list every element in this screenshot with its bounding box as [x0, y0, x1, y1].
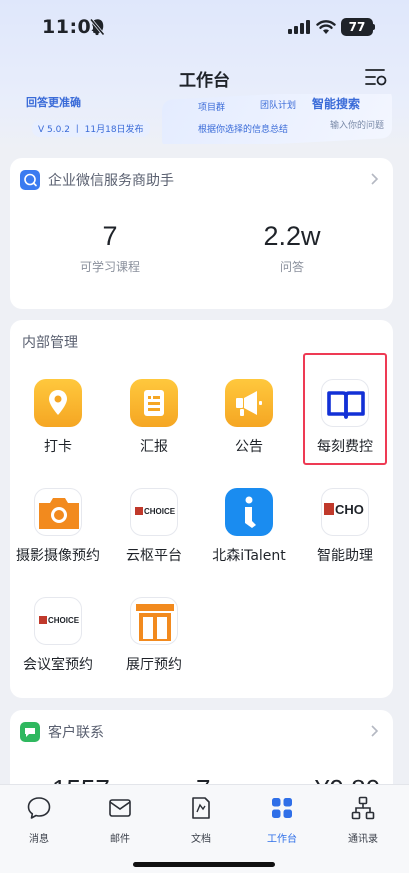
- stat-value: 2.2w: [263, 221, 321, 251]
- chevron-right-icon[interactable]: [371, 725, 379, 737]
- assistant-chat-icon: [20, 170, 40, 190]
- app-clock-in[interactable]: 打卡: [9, 379, 107, 456]
- app-meeting-room[interactable]: CHOICE 会议室预约: [9, 597, 107, 674]
- app-hall-booking[interactable]: 展厅预约: [105, 597, 203, 674]
- document-icon: [192, 797, 210, 819]
- cellular-signal-icon: [288, 20, 310, 34]
- camera-icon: [34, 488, 82, 536]
- stat-label: 问答: [279, 260, 304, 274]
- app-name: 智能助理: [317, 548, 373, 564]
- stat-courses[interactable]: 7 可学习课程: [35, 221, 185, 275]
- app-name: 打卡: [44, 439, 72, 455]
- card-header: 客户联系: [20, 722, 104, 742]
- app-announcement[interactable]: 公告: [200, 379, 298, 456]
- home-indicator[interactable]: [133, 862, 275, 867]
- banner-tag: 项目群: [198, 103, 226, 113]
- settings-menu-icon[interactable]: [364, 66, 388, 88]
- org-chart-icon: [351, 796, 375, 820]
- tab-label: 文档: [191, 834, 211, 845]
- stat-value: 7: [102, 221, 118, 251]
- italent-icon: [225, 488, 273, 536]
- app-name: 北森iTalent: [212, 548, 286, 564]
- promo-banner[interactable]: 回答更准确 V 5.0.2 丨 11月18日发布 项目群 团队计划 智能搜索 输…: [12, 94, 392, 144]
- app-name: 会议室预约: [23, 657, 93, 673]
- banner-left: 回答更准确: [26, 94, 81, 110]
- wifi-icon: [316, 20, 336, 34]
- status-bar: 11:09 77: [0, 0, 409, 56]
- section-title: 内部管理: [22, 335, 78, 351]
- tab-contacts[interactable]: 通讯录: [333, 795, 393, 845]
- tab-messages[interactable]: 消息: [9, 795, 69, 845]
- grid-icon: [272, 798, 292, 818]
- app-name: 公告: [235, 439, 263, 455]
- app-name: 汇报: [140, 439, 168, 455]
- tab-label: 工作台: [267, 834, 297, 845]
- choice-logo: CHO: [324, 502, 364, 517]
- choice-logo: CHOICE: [135, 507, 175, 516]
- banner-version: V 5.0.2 丨 11月18日发布: [32, 120, 150, 137]
- page-title: 工作台: [179, 71, 230, 91]
- app-smart-assistant[interactable]: CHO 智能助理: [296, 488, 394, 565]
- battery-indicator: 77: [341, 18, 373, 36]
- app-name: 云枢平台: [126, 548, 182, 564]
- choice-logo-icon: CHOICE: [130, 488, 178, 536]
- highlight-box: [303, 353, 387, 465]
- banner-subtitle: 根据你选择的信息总结: [198, 125, 289, 135]
- app-italent[interactable]: 北森iTalent: [200, 488, 298, 565]
- battery-cap: [373, 24, 375, 30]
- tab-label: 消息: [29, 834, 49, 845]
- bottom-tab-bar: 消息 邮件 文档 工作台 通讯录: [0, 784, 409, 873]
- choice-logo-icon: CHO: [321, 488, 369, 536]
- chat-bubble-icon: [27, 797, 51, 819]
- banner-title: 回答更准确: [26, 96, 81, 109]
- card-header: 企业微信服务商助手: [20, 170, 174, 190]
- customer-chat-icon: [20, 722, 40, 742]
- megaphone-icon: [225, 379, 273, 427]
- stat-qa[interactable]: 2.2w 问答: [217, 221, 367, 275]
- app-name: 展厅预约: [126, 657, 182, 673]
- tab-documents[interactable]: 文档: [171, 795, 231, 845]
- card-title: 企业微信服务商助手: [48, 173, 174, 189]
- card-title: 客户联系: [48, 725, 104, 741]
- bell-slash-icon: [89, 18, 105, 36]
- app-name: 摄影摄像预约: [16, 548, 100, 564]
- tab-label: 邮件: [110, 834, 130, 845]
- tab-mail[interactable]: 邮件: [90, 795, 150, 845]
- report-icon: [130, 379, 178, 427]
- banner-search-hint: 输入你的问题: [330, 121, 385, 131]
- mail-icon: [109, 799, 131, 817]
- tab-label: 通讯录: [348, 834, 378, 845]
- tab-workbench[interactable]: 工作台: [252, 795, 312, 845]
- location-pin-icon: [34, 379, 82, 427]
- choice-logo-icon: CHOICE: [34, 597, 82, 645]
- banner-tag: 团队计划: [260, 101, 297, 111]
- stat-label: 可学习课程: [79, 260, 140, 274]
- chevron-right-icon[interactable]: [371, 173, 379, 185]
- app-report[interactable]: 汇报: [105, 379, 203, 456]
- app-yunshu-platform[interactable]: CHOICE 云枢平台: [105, 488, 203, 565]
- wecom-assistant-card[interactable]: 企业微信服务商助手 7 可学习课程 2.2w 问答: [10, 158, 393, 309]
- banner-search-label: 智能搜索: [312, 97, 361, 111]
- hall-icon: [130, 597, 178, 645]
- app-photo-booking[interactable]: 摄影摄像预约: [9, 488, 107, 565]
- choice-logo: CHOICE: [39, 616, 79, 625]
- internal-management-card: 内部管理 打卡 汇报 公告 每刻费控 摄影摄像预约 CHOICE 云枢平台 北森…: [10, 320, 393, 698]
